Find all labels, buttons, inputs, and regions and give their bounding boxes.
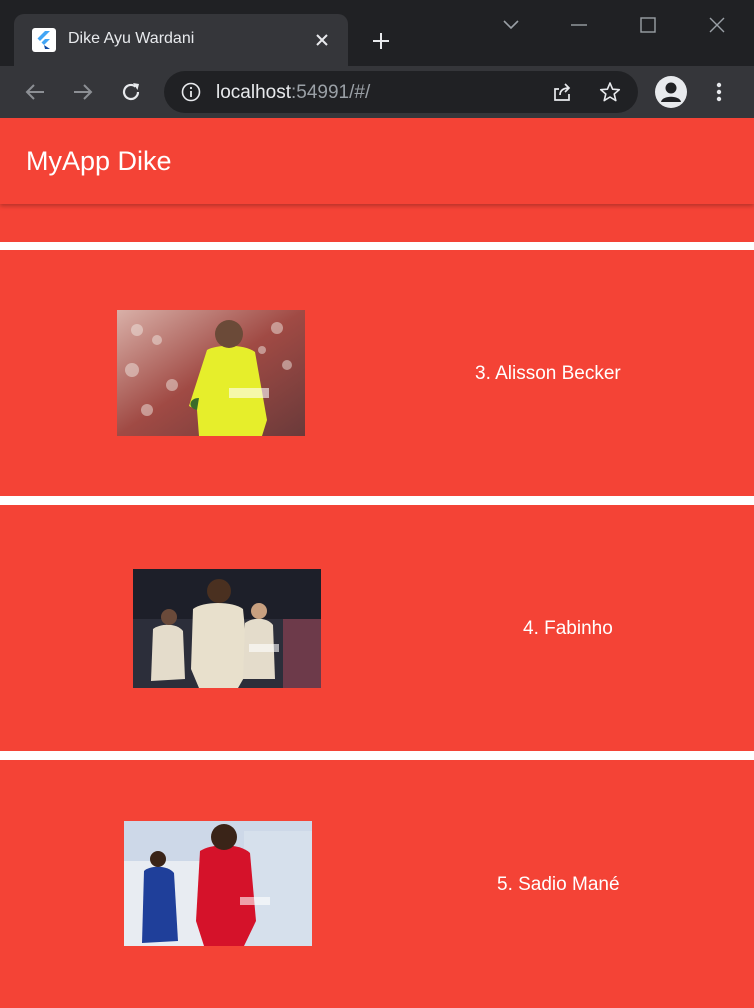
new-tab-plus-icon[interactable] [366,26,396,56]
player-card-partial[interactable] [0,204,754,242]
page-viewport: MyApp Dike 3. Alisson Becker 4. Fabinho … [0,118,754,1008]
browser-tab[interactable]: Dike Ayu Wardani [14,14,348,66]
profile-avatar-icon[interactable] [655,76,687,108]
address-bar[interactable]: localhost:54991/#/ [164,71,638,113]
player-name: 5. Sadio Mané [497,874,620,895]
share-icon[interactable] [550,80,574,104]
app-title: MyApp Dike [26,146,172,176]
url-path: :54991/#/ [291,82,371,103]
app-bar: MyApp Dike [0,118,754,204]
player-card[interactable]: 4. Fabinho [0,505,754,751]
browser-titlebar: Dike Ayu Wardani [0,0,754,66]
forward-arrow-icon[interactable] [68,77,98,107]
site-info-icon[interactable] [179,80,203,104]
bookmark-star-icon[interactable] [598,80,622,104]
back-arrow-icon[interactable] [20,77,50,107]
browser-toolbar: localhost:54991/#/ [0,66,754,118]
tab-search-chevron-icon[interactable] [496,10,526,40]
close-window-icon[interactable] [702,10,732,40]
url-host: localhost [216,82,291,103]
reload-icon[interactable] [116,77,146,107]
minimize-icon[interactable] [564,10,594,40]
player-photo [117,310,305,436]
player-card[interactable]: 5. Sadio Mané [0,760,754,1008]
close-tab-icon[interactable] [310,28,334,52]
player-photo [133,569,321,688]
player-photo [124,821,312,946]
player-name: 3. Alisson Becker [475,363,621,384]
player-name: 4. Fabinho [523,618,613,639]
flutter-favicon-icon [32,28,56,52]
tab-title: Dike Ayu Wardani [68,30,195,47]
kebab-menu-icon[interactable] [704,77,734,107]
player-card[interactable]: 3. Alisson Becker [0,250,754,496]
url-text: localhost:54991/#/ [216,82,370,104]
maximize-icon[interactable] [633,10,663,40]
